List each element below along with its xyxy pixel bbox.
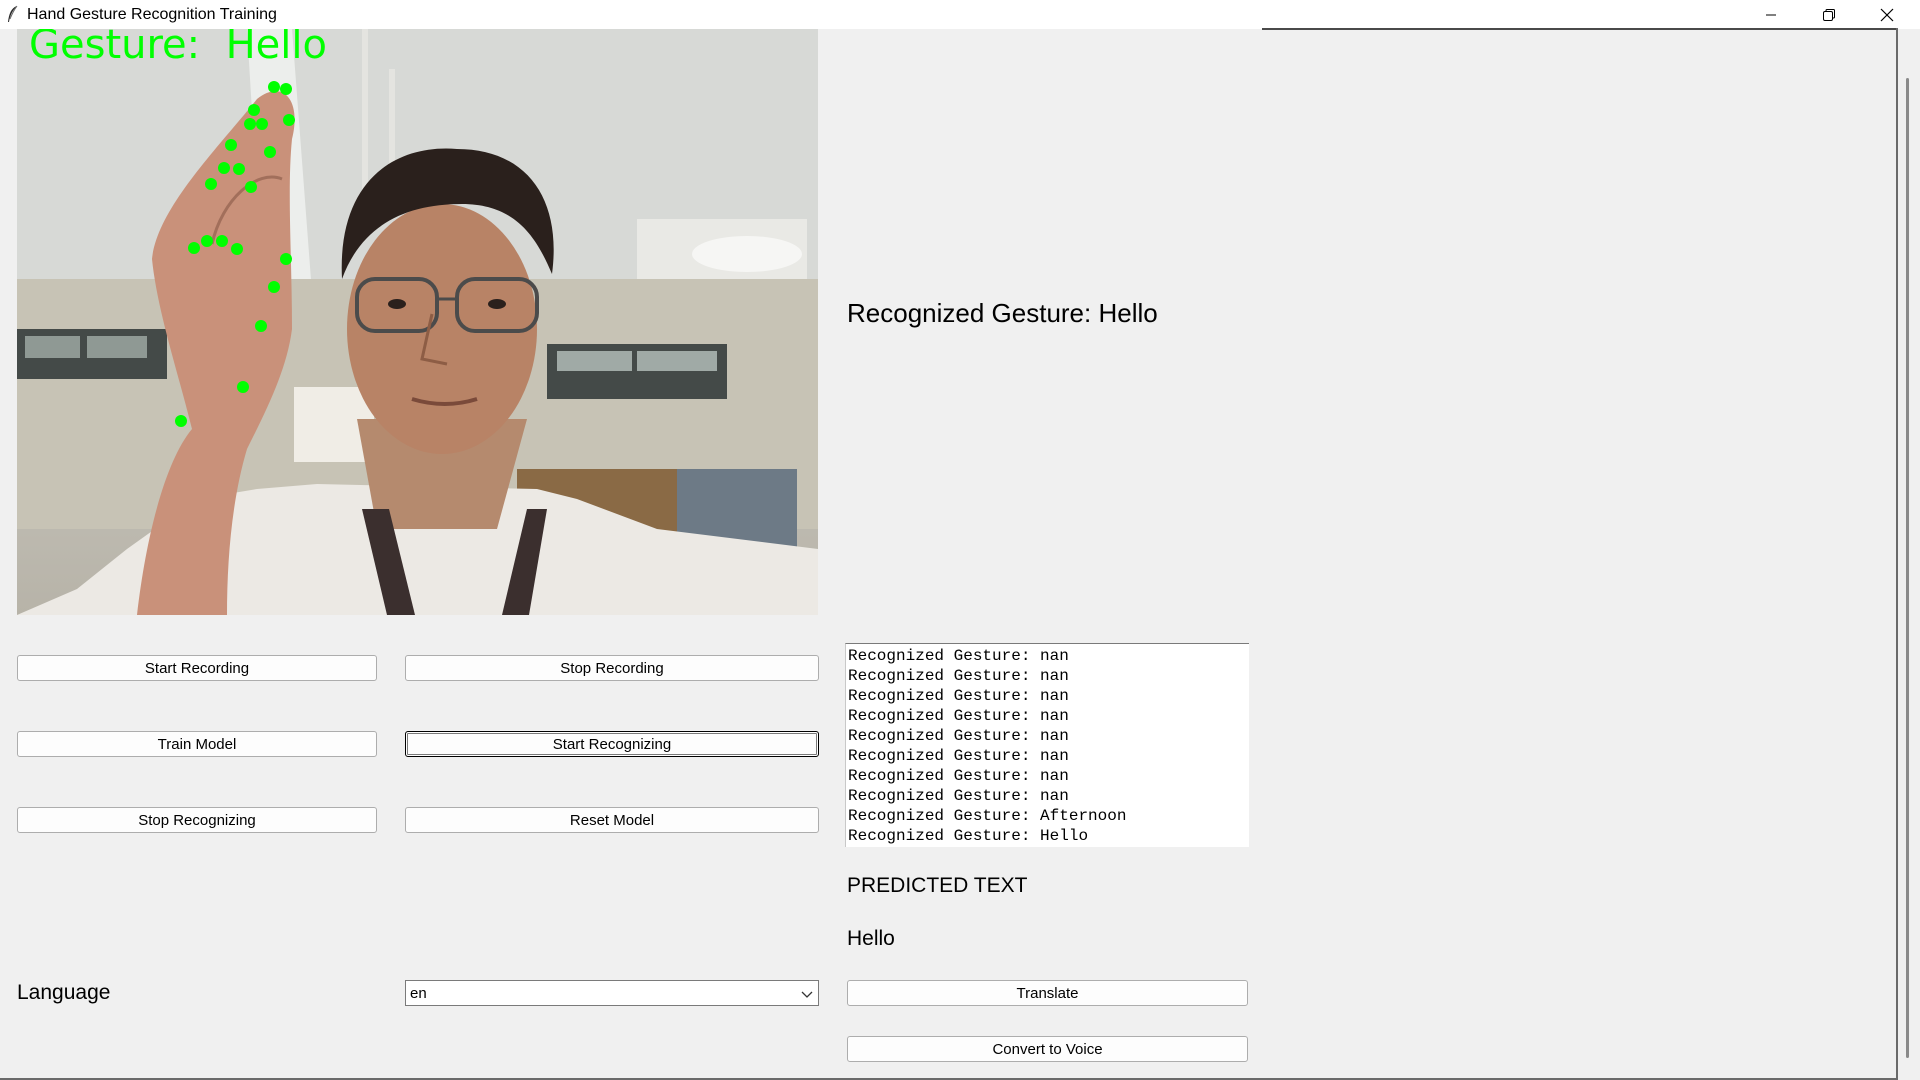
train-model-button[interactable]: Train Model xyxy=(17,731,377,757)
predicted-text-heading: PREDICTED TEXT xyxy=(847,874,1028,897)
camera-gesture-overlay: Gesture: Hello xyxy=(29,29,327,68)
vertical-scrollbar[interactable] xyxy=(1906,78,1909,1058)
restore-icon xyxy=(1823,8,1835,21)
log-line: Recognized Gesture: nan xyxy=(848,667,1069,685)
minimize-button[interactable] xyxy=(1743,0,1799,29)
window-title: Hand Gesture Recognition Training xyxy=(27,6,277,23)
log-line: Recognized Gesture: nan xyxy=(848,727,1069,745)
log-line: Recognized Gesture: Hello xyxy=(848,827,1089,845)
language-label: Language xyxy=(17,981,111,1004)
translate-button[interactable]: Translate xyxy=(847,980,1248,1006)
recognized-gesture-label: Recognized Gesture: Hello xyxy=(847,298,1158,328)
log-line: Recognized Gesture: nan xyxy=(848,787,1069,805)
log-line: Recognized Gesture: nan xyxy=(848,707,1069,725)
stop-recognizing-button[interactable]: Stop Recognizing xyxy=(17,807,377,833)
feather-app-icon xyxy=(8,5,18,22)
frame-top-edge xyxy=(1262,28,1898,30)
reset-model-button[interactable]: Reset Model xyxy=(405,807,819,833)
title-bar: Hand Gesture Recognition Training xyxy=(0,0,1920,29)
log-line: Recognized Gesture: Afternoon xyxy=(848,807,1127,825)
convert-to-voice-button[interactable]: Convert to Voice xyxy=(847,1036,1248,1062)
hand-landmarks xyxy=(175,81,295,427)
log-line: Recognized Gesture: nan xyxy=(848,747,1069,765)
language-select-value: en xyxy=(410,984,427,1002)
chevron-down-icon xyxy=(801,991,813,998)
recognition-log-textbox[interactable]: Recognized Gesture: nan Recognized Gestur… xyxy=(845,643,1249,847)
stop-recording-button[interactable]: Stop Recording xyxy=(405,655,819,681)
close-button[interactable] xyxy=(1859,0,1915,29)
minimize-icon xyxy=(1766,14,1776,15)
camera-feed: Gesture: Hello xyxy=(17,29,818,615)
start-recording-button[interactable]: Start Recording xyxy=(17,655,377,681)
language-select[interactable]: en xyxy=(405,980,819,1006)
restore-button[interactable] xyxy=(1801,0,1857,29)
predicted-text-value: Hello xyxy=(847,927,895,950)
start-recognizing-button[interactable]: Start Recognizing xyxy=(405,731,819,757)
log-line: Recognized Gesture: nan xyxy=(848,647,1069,665)
log-line: Recognized Gesture: nan xyxy=(848,767,1069,785)
log-line: Recognized Gesture: nan xyxy=(848,687,1069,705)
close-icon xyxy=(1880,8,1894,21)
frame-right-edge xyxy=(1896,28,1898,1078)
